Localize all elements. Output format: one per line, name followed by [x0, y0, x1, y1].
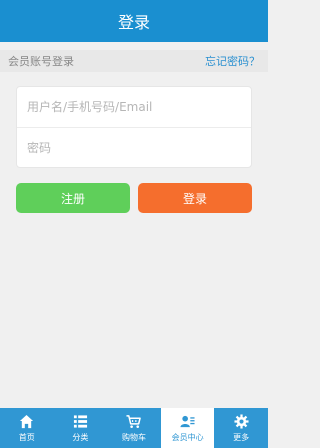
tab-category[interactable]: 分类 [54, 408, 108, 448]
header-bar: 登录 [0, 0, 268, 42]
tab-cart[interactable]: 购物车 [107, 408, 161, 448]
list-icon [73, 414, 87, 428]
username-input[interactable] [27, 100, 251, 114]
password-row [17, 127, 251, 167]
account-login-label: 会员账号登录 [8, 55, 74, 68]
tab-home[interactable]: 首页 [0, 408, 54, 448]
cart-icon [126, 414, 142, 428]
username-row [17, 87, 251, 127]
password-input[interactable] [27, 140, 251, 155]
tab-home-label: 首页 [18, 432, 35, 442]
forgot-password-link[interactable]: 忘记密码？ [205, 53, 260, 69]
account-login-bar: 会员账号登录 忘记密码？ [0, 50, 268, 72]
tab-more-label: 更多 [233, 432, 250, 442]
bottom-tab-bar: 首页 分类 购物车 会员中心 更多 [0, 408, 268, 448]
gear-icon [234, 413, 249, 429]
register-button[interactable]: 注册 [16, 183, 130, 213]
login-button[interactable]: 登录 [138, 183, 252, 213]
tab-member-center[interactable]: 会员中心 [160, 408, 215, 448]
tab-more[interactable]: 更多 [214, 408, 268, 448]
login-form [16, 86, 252, 168]
page-title: 登录 [117, 13, 150, 32]
tab-category-label: 分类 [72, 432, 89, 442]
tab-member-center-label: 会员中心 [171, 432, 204, 442]
login-page: 登录 会员账号登录 忘记密码？ 注册 登录 首页 [0, 0, 268, 448]
home-icon [20, 414, 34, 428]
tab-cart-label: 购物车 [121, 432, 146, 442]
user-card-icon [180, 415, 195, 427]
